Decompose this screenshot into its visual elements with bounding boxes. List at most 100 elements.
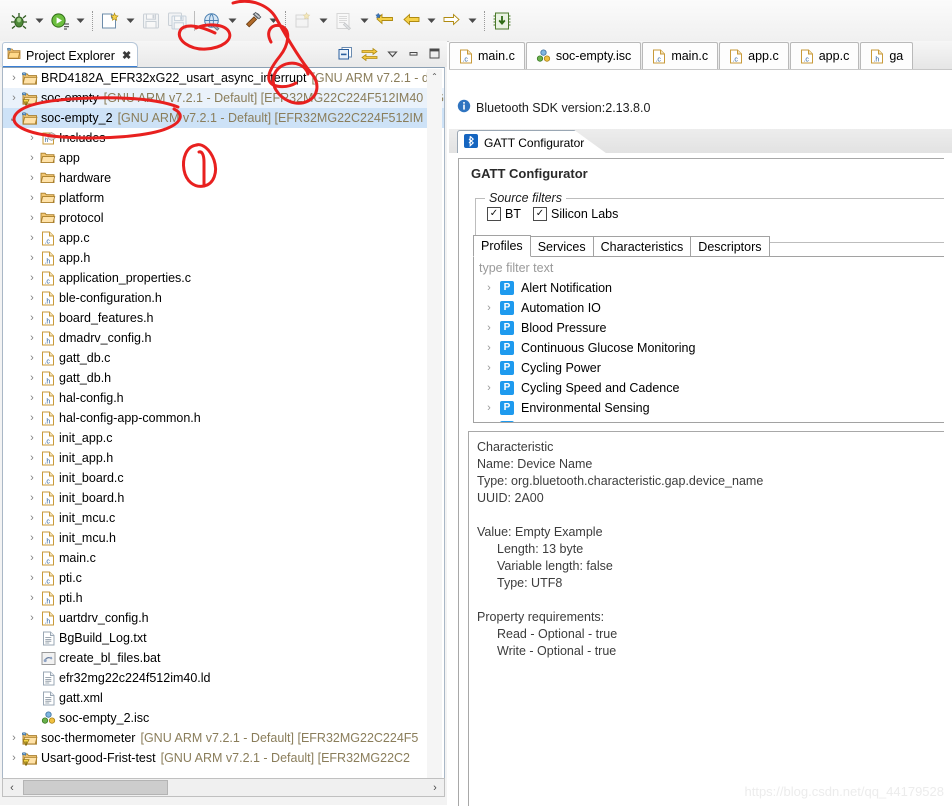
tree-row[interactable]: › Usart-good-Frist-test [GNU ARM v7.2.1 - … — [3, 748, 444, 768]
view-menu-icon[interactable] — [386, 47, 399, 63]
expand-arrow-icon[interactable]: › — [25, 232, 39, 244]
run-icon[interactable] — [47, 6, 73, 36]
editor-tab-2[interactable]: .c main.c — [642, 42, 719, 69]
project-tree[interactable]: › BRD4182A_EFR32xG22_usart_async_interrup… — [2, 67, 445, 780]
expand-arrow-icon[interactable]: › — [25, 452, 39, 464]
profiles-list[interactable]: › P Alert Notification › P Automation IO › P Blo… — [473, 278, 944, 423]
project-tree-vertical-scrollbar[interactable]: ⌃ — [427, 69, 442, 778]
collapse-all-icon[interactable] — [338, 46, 353, 64]
tree-row[interactable]: › .h uartdrv_config.h — [3, 608, 444, 628]
editor-tab-0[interactable]: .c main.c — [449, 42, 525, 69]
debug-icon[interactable] — [6, 6, 32, 36]
link-with-editor-icon[interactable] — [361, 46, 378, 64]
expand-arrow-icon[interactable]: › — [482, 282, 496, 294]
tree-row[interactable]: › app — [3, 148, 444, 168]
tree-row[interactable]: efr32mg22c224f512im40.ld — [3, 668, 444, 688]
expand-arrow-icon[interactable]: › — [25, 532, 39, 544]
expand-arrow-icon[interactable]: › — [25, 612, 39, 624]
tree-row[interactable]: › .c init_mcu.c — [3, 508, 444, 528]
tree-row[interactable]: › .h hal-config.h — [3, 388, 444, 408]
tree-row[interactable]: gatt.xml — [3, 688, 444, 708]
expand-arrow-icon[interactable]: › — [482, 342, 496, 354]
expand-arrow-icon[interactable]: › — [25, 152, 39, 164]
profile-list-item[interactable]: › P Cycling Power — [474, 358, 944, 378]
tree-row[interactable]: › protocol — [3, 208, 444, 228]
tree-row[interactable]: › .c init_board.c — [3, 468, 444, 488]
tree-row[interactable]: › soc-empty [GNU ARM v7.2.1 - Default] [EF… — [3, 88, 444, 108]
profile-list-item[interactable]: › P Environmental Sensing — [474, 398, 944, 418]
back-dropdown-arrow[interactable] — [424, 6, 439, 36]
tree-row[interactable]: › .c pti.c — [3, 568, 444, 588]
tree-row[interactable]: › .h init_board.h — [3, 488, 444, 508]
expand-arrow-icon[interactable]: › — [25, 372, 39, 384]
forward-dropdown-arrow[interactable] — [465, 6, 480, 36]
tree-row[interactable]: ✓ soc-empty_2 [GNU ARM v7.2.1 - Default] [… — [3, 108, 444, 128]
profile-list-item[interactable]: › P Find Me — [474, 418, 944, 423]
hammer-dropdown-arrow[interactable] — [266, 6, 281, 36]
expand-arrow-icon[interactable]: › — [25, 332, 39, 344]
tree-row[interactable]: › .h board_features.h — [3, 308, 444, 328]
external-tools-dropdown-arrow[interactable] — [357, 6, 372, 36]
expand-arrow-icon[interactable]: › — [25, 552, 39, 564]
expand-arrow-icon[interactable]: › — [7, 92, 21, 104]
expand-arrow-icon[interactable]: › — [25, 312, 39, 324]
save-all-icon[interactable] — [164, 6, 190, 36]
close-icon[interactable]: ✖ — [119, 49, 131, 62]
tree-row[interactable]: › hardware — [3, 168, 444, 188]
expand-arrow-icon[interactable]: › — [25, 432, 39, 444]
debug-dropdown-arrow[interactable] — [32, 6, 47, 36]
tab-project-explorer[interactable]: Project Explorer ✖ — [2, 42, 139, 68]
expand-arrow-icon[interactable]: › — [482, 302, 496, 314]
expand-arrow-icon[interactable]: › — [482, 422, 496, 423]
expand-arrow-icon[interactable]: › — [25, 572, 39, 584]
tree-row[interactable]: › .h init_mcu.h — [3, 528, 444, 548]
expand-arrow-icon[interactable]: › — [25, 492, 39, 504]
tree-row[interactable]: › .h pti.h — [3, 588, 444, 608]
tree-row[interactable]: › .h dmadrv_config.h — [3, 328, 444, 348]
tree-row[interactable]: › soc-thermometer [GNU ARM v7.2.1 - Defaul… — [3, 728, 444, 748]
gatt-tab-services[interactable]: Services — [529, 236, 594, 257]
tree-row[interactable]: › .h hal-config-app-common.h — [3, 408, 444, 428]
save-icon[interactable] — [138, 6, 164, 36]
expand-arrow-icon[interactable]: › — [25, 272, 39, 284]
tree-row[interactable]: › BRD4182A_EFR32xG22_usart_async_interrup… — [3, 68, 444, 88]
expand-arrow-icon[interactable]: › — [7, 72, 21, 84]
tree-row[interactable]: › .h gatt_db.h — [3, 368, 444, 388]
tree-row[interactable]: soc-empty_2.isc — [3, 708, 444, 728]
flash-program-icon[interactable] — [489, 6, 515, 36]
back-icon[interactable] — [398, 6, 424, 36]
maximize-icon[interactable] — [428, 47, 441, 63]
profile-list-item[interactable]: › P Alert Notification — [474, 278, 944, 298]
checkbox-icon[interactable]: ✓ — [532, 207, 547, 222]
tree-row[interactable]: › h Includes — [3, 128, 444, 148]
expand-arrow-icon[interactable]: › — [25, 472, 39, 484]
expand-arrow-icon[interactable]: › — [25, 512, 39, 524]
profile-list-item[interactable]: › P Blood Pressure — [474, 318, 944, 338]
scroll-left-icon[interactable]: ‹ — [3, 782, 21, 794]
profile-list-item[interactable]: › P Automation IO — [474, 298, 944, 318]
expand-arrow-icon[interactable]: › — [482, 322, 496, 334]
tree-row[interactable]: › .c main.c — [3, 548, 444, 568]
expand-arrow-icon[interactable]: › — [25, 412, 39, 424]
tree-row[interactable]: › .c init_app.c — [3, 428, 444, 448]
forward-icon[interactable] — [439, 6, 465, 36]
checkbox-icon[interactable]: ✓ — [487, 207, 501, 222]
profile-list-item[interactable]: › P Continuous Glucose Monitoring — [474, 338, 944, 358]
scroll-up-icon[interactable]: ⌃ — [427, 69, 442, 84]
tree-row[interactable]: › platform — [3, 188, 444, 208]
expand-arrow-icon[interactable]: › — [7, 732, 21, 744]
build-all-icon[interactable] — [199, 6, 225, 36]
expand-arrow-icon[interactable]: › — [25, 592, 39, 604]
expand-arrow-icon[interactable]: › — [25, 192, 39, 204]
source-filter-bt[interactable]: ✓ BT — [487, 207, 521, 222]
expand-arrow-icon[interactable]: › — [7, 752, 21, 764]
expand-arrow-icon[interactable]: › — [25, 352, 39, 364]
scroll-right-icon[interactable]: › — [426, 782, 444, 794]
hscroll-thumb[interactable] — [23, 780, 168, 795]
expand-arrow-icon[interactable]: › — [25, 132, 39, 144]
expand-arrow-icon[interactable]: › — [25, 392, 39, 404]
tree-row[interactable]: create_bl_files.bat — [3, 648, 444, 668]
new-file-icon[interactable] — [97, 6, 123, 36]
expand-arrow-icon[interactable]: › — [25, 252, 39, 264]
source-filter-silicon-labs[interactable]: ✓ Silicon Labs — [532, 207, 618, 222]
